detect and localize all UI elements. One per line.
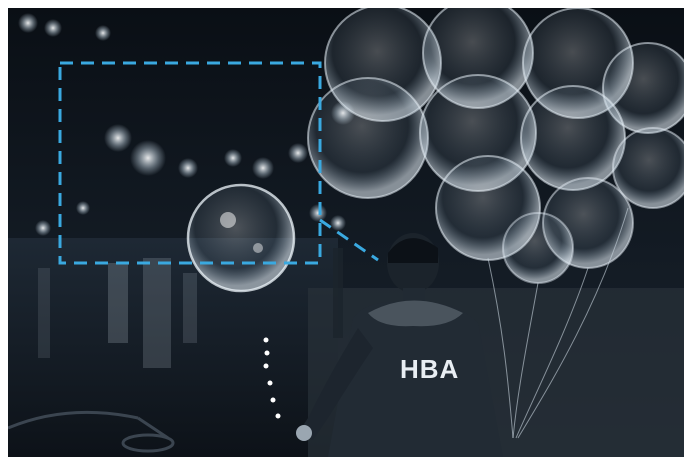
water-reflection bbox=[8, 238, 338, 457]
photo-frame: HBA bbox=[8, 8, 684, 457]
night-street-photo: HBA bbox=[8, 8, 684, 457]
background-pole bbox=[333, 248, 343, 338]
floating-balloon bbox=[186, 183, 296, 293]
jacket-logo-text: HBA bbox=[400, 354, 459, 384]
